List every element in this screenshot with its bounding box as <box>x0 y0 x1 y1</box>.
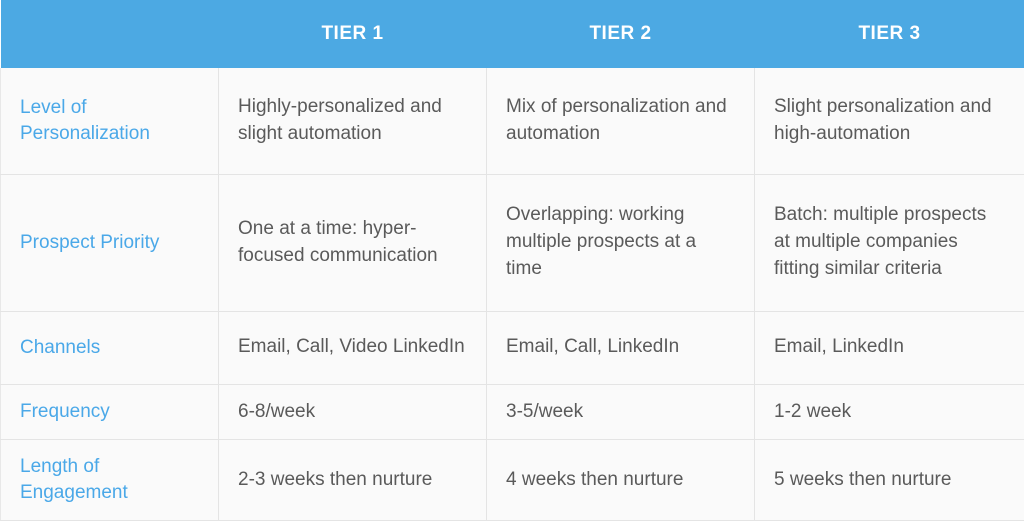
cell-channels-tier-1: Email, Call, Video LinkedIn <box>218 311 487 385</box>
cell-length-of-engagement-tier-3: 5 weeks then nurture <box>754 439 1024 521</box>
header-corner-cell <box>1 0 219 68</box>
cell-channels-tier-2: Email, Call, LinkedIn <box>486 311 755 385</box>
row-label-prospect-priority: Prospect Priority <box>0 174 219 312</box>
cell-prospect-priority-tier-3: Batch: multiple prospects at multiple co… <box>754 174 1024 312</box>
row-label-channels: Channels <box>0 311 219 385</box>
table-header-row: TIER 1 TIER 2 TIER 3 <box>0 0 1024 68</box>
cell-prospect-priority-tier-2: Overlapping: working multiple prospects … <box>486 174 755 312</box>
cell-level-of-personalization-tier-3: Slight personalization and high-automati… <box>754 68 1024 175</box>
column-header-tier-2: TIER 2 <box>589 23 652 44</box>
column-header-tier-1: TIER 1 <box>321 23 384 44</box>
cell-frequency-tier-1: 6-8/week <box>218 384 487 441</box>
cell-level-of-personalization-tier-1: Highly-personalized and slight automatio… <box>218 68 487 175</box>
column-header-tier-3: TIER 3 <box>858 23 921 44</box>
row-label-length-of-engagement: Length of Engagement <box>0 439 219 521</box>
table-row-length-of-engagement: Length of Engagement 2-3 weeks then nurt… <box>0 439 1024 521</box>
table-body: Level of Personalization Highly-personal… <box>0 68 1024 521</box>
cell-frequency-tier-3: 1-2 week <box>754 384 1024 441</box>
cell-prospect-priority-tier-1: One at a time: hyper-focused communicati… <box>218 174 487 312</box>
table-row-channels: Channels Email, Call, Video LinkedIn Ema… <box>0 311 1024 385</box>
cell-level-of-personalization-tier-2: Mix of personalization and automation <box>486 68 755 175</box>
table-row-frequency: Frequency 6-8/week 3-5/week 1-2 week <box>0 384 1024 441</box>
table-row-level-of-personalization: Level of Personalization Highly-personal… <box>0 68 1024 175</box>
tier-comparison-table: TIER 1 TIER 2 TIER 3 Level of Personaliz… <box>0 0 1024 521</box>
cell-length-of-engagement-tier-1: 2-3 weeks then nurture <box>218 439 487 521</box>
table-row-prospect-priority: Prospect Priority One at a time: hyper-f… <box>0 174 1024 312</box>
table-header: TIER 1 TIER 2 TIER 3 <box>0 0 1024 68</box>
row-label-level-of-personalization: Level of Personalization <box>0 68 219 175</box>
cell-channels-tier-3: Email, LinkedIn <box>754 311 1024 385</box>
cell-length-of-engagement-tier-2: 4 weeks then nurture <box>486 439 755 521</box>
row-label-frequency: Frequency <box>0 384 219 441</box>
cell-frequency-tier-2: 3-5/week <box>486 384 755 441</box>
